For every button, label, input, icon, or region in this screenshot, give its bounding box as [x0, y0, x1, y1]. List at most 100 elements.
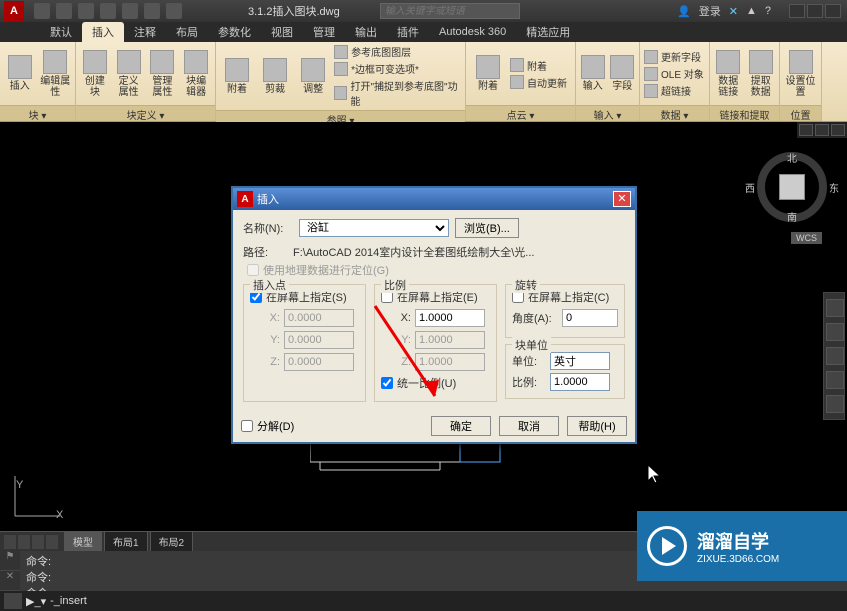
- qat-save-icon[interactable]: [78, 3, 94, 19]
- extract-button[interactable]: 提取数据: [747, 50, 776, 98]
- hyperlink-button[interactable]: 超链接: [644, 83, 704, 98]
- layout-first-icon[interactable]: [4, 535, 16, 549]
- loc-icon: [789, 50, 813, 74]
- nav-pan-icon[interactable]: [826, 323, 844, 341]
- tab-default[interactable]: 默认: [40, 22, 82, 42]
- layout-last-icon[interactable]: [46, 535, 58, 549]
- frames-button[interactable]: *边框可变选项*: [334, 61, 461, 76]
- underlay-layers-button[interactable]: 参考底图图层: [334, 44, 461, 59]
- panel-import-label[interactable]: 输入 ▾: [576, 105, 639, 121]
- panel-block-label[interactable]: 块 ▾: [0, 105, 75, 121]
- import-button[interactable]: 输入: [580, 50, 606, 98]
- wcs-badge[interactable]: WCS: [791, 232, 822, 244]
- signin-label[interactable]: 登录: [699, 3, 721, 19]
- hlink-icon: [644, 84, 658, 98]
- app-logo[interactable]: A: [4, 1, 24, 21]
- maximize-icon[interactable]: [807, 4, 823, 18]
- minimize-icon[interactable]: [789, 4, 805, 18]
- nav-showmotion-icon[interactable]: [826, 395, 844, 413]
- pc-autoupdate-button[interactable]: 自动更新: [510, 75, 567, 90]
- dialog-titlebar[interactable]: A 插入 ✕: [233, 188, 635, 210]
- layout-tab-1[interactable]: 布局1: [104, 531, 148, 552]
- cmd-close-icon[interactable]: ✕: [0, 571, 20, 591]
- insert-block-button[interactable]: 插入: [4, 50, 36, 98]
- layout-tab-2[interactable]: 布局2: [150, 531, 194, 552]
- create-block-button[interactable]: 创建块: [80, 50, 110, 98]
- browse-button[interactable]: 浏览(B)...: [455, 218, 519, 238]
- viewcube[interactable]: 北 南 东 西: [757, 152, 827, 222]
- panel-data-label[interactable]: 数据 ▾: [640, 105, 709, 121]
- panel-pointcloud-label[interactable]: 点云 ▾: [466, 105, 575, 121]
- panel-location-label[interactable]: 位置: [780, 105, 821, 121]
- doc-max-icon[interactable]: [815, 124, 829, 136]
- exchange-icon[interactable]: ✕: [729, 5, 738, 18]
- qat-saveas-icon[interactable]: [100, 3, 116, 19]
- explode-checkbox[interactable]: [241, 420, 253, 432]
- sx-input[interactable]: [415, 309, 485, 327]
- edit-attr-button[interactable]: 编辑属性: [40, 50, 72, 98]
- cmd-prompt-icon[interactable]: [4, 593, 22, 609]
- ok-button[interactable]: 确定: [431, 416, 491, 436]
- app-a-icon[interactable]: ▲: [746, 5, 757, 17]
- cmd-pin-icon[interactable]: ⚑: [0, 551, 20, 571]
- pc-attach2-button[interactable]: 附着: [510, 58, 567, 73]
- tab-output[interactable]: 输出: [345, 22, 387, 42]
- qat-undo-icon[interactable]: [144, 3, 160, 19]
- signin-icon[interactable]: 👤: [677, 5, 691, 18]
- qat-open-icon[interactable]: [56, 3, 72, 19]
- clip-button[interactable]: 剪裁: [258, 52, 292, 100]
- dialog-close-button[interactable]: ✕: [613, 191, 631, 207]
- help-button[interactable]: 帮助(H): [567, 416, 627, 436]
- tab-addins[interactable]: 插件: [387, 22, 429, 42]
- ole-object-button[interactable]: OLE 对象: [644, 66, 704, 81]
- tab-manage[interactable]: 管理: [303, 22, 345, 42]
- nav-zoom-icon[interactable]: [826, 347, 844, 365]
- doc-min-icon[interactable]: [799, 124, 813, 136]
- layout-next-icon[interactable]: [32, 535, 44, 549]
- pc-attach-button[interactable]: 附着: [470, 50, 506, 98]
- define-attr-button[interactable]: 定义属性: [114, 50, 144, 98]
- block-editor-button[interactable]: 块编辑器: [181, 50, 211, 98]
- close-icon[interactable]: [825, 4, 841, 18]
- tab-parametric[interactable]: 参数化: [208, 22, 261, 42]
- nav-wheel-icon[interactable]: [826, 299, 844, 317]
- viewcube-west[interactable]: 西: [745, 180, 755, 195]
- field-button[interactable]: 字段: [610, 50, 636, 98]
- qat-new-icon[interactable]: [34, 3, 50, 19]
- help-icon[interactable]: ?: [765, 5, 771, 17]
- tab-layout[interactable]: 布局: [166, 22, 208, 42]
- doc-close-icon[interactable]: [831, 124, 845, 136]
- angle-input[interactable]: [562, 309, 618, 327]
- viewcube-north[interactable]: 北: [787, 150, 797, 165]
- command-input-text[interactable]: -_insert: [50, 595, 87, 607]
- block-name-select[interactable]: 浴缸: [299, 219, 449, 237]
- set-location-button[interactable]: 设置位置: [784, 50, 817, 98]
- tab-featured[interactable]: 精选应用: [516, 22, 580, 42]
- qat-redo-icon[interactable]: [166, 3, 182, 19]
- grp-scale-label: 比例: [381, 277, 409, 293]
- viewcube-east[interactable]: 东: [829, 180, 839, 195]
- nav-orbit-icon[interactable]: [826, 371, 844, 389]
- command-line[interactable]: ▶_▾ -_insert: [0, 591, 847, 611]
- uniform-checkbox[interactable]: [381, 377, 393, 389]
- name-label: 名称(N):: [243, 220, 293, 236]
- tab-a360[interactable]: Autodesk 360: [429, 24, 516, 40]
- update-field-button[interactable]: 更新字段: [644, 49, 704, 64]
- attach-button[interactable]: 附着: [220, 52, 254, 100]
- help-search-input[interactable]: [380, 3, 520, 19]
- viewcube-south[interactable]: 南: [787, 209, 797, 224]
- panel-link-label[interactable]: 链接和提取: [710, 105, 779, 121]
- tab-insert[interactable]: 插入: [82, 22, 124, 42]
- layout-tab-model[interactable]: 模型: [64, 531, 102, 552]
- qat-print-icon[interactable]: [122, 3, 138, 19]
- viewcube-face[interactable]: [779, 174, 805, 200]
- tab-view[interactable]: 视图: [261, 22, 303, 42]
- datalink-button[interactable]: 数据链接: [714, 50, 743, 98]
- panel-blockdef-label[interactable]: 块定义 ▾: [76, 105, 215, 121]
- cancel-button[interactable]: 取消: [499, 416, 559, 436]
- tab-annotate[interactable]: 注释: [124, 22, 166, 42]
- snap-underlay-button[interactable]: 打开"捕捉到参考底图"功能: [334, 78, 461, 108]
- layout-prev-icon[interactable]: [18, 535, 30, 549]
- adjust-button[interactable]: 调整: [296, 52, 330, 100]
- manage-attr-button[interactable]: 管理属性: [148, 50, 178, 98]
